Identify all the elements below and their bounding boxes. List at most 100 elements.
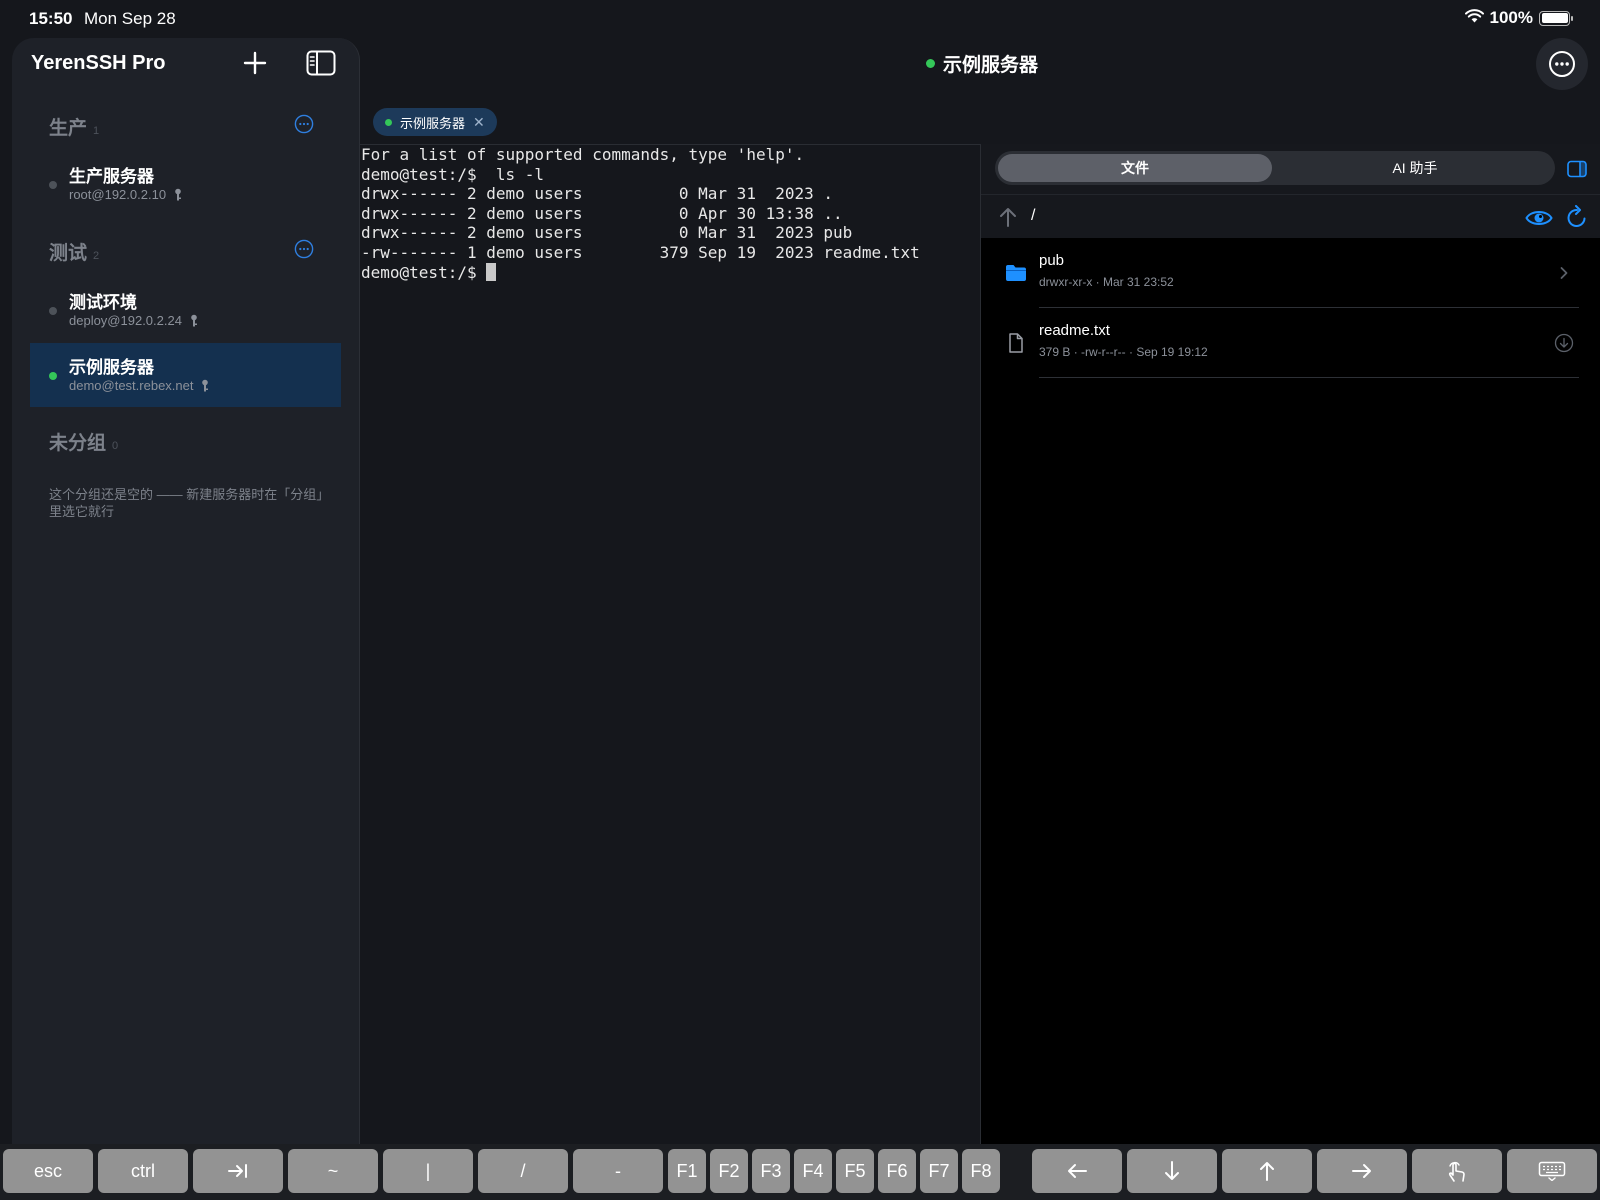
key-f7[interactable]: F7 xyxy=(920,1149,958,1193)
group-name: 测试 xyxy=(49,243,88,264)
key-f2[interactable]: F2 xyxy=(710,1149,748,1193)
server-name: 测试环境 xyxy=(69,293,137,312)
sidebar-toggle-button[interactable] xyxy=(306,50,336,76)
battery-percent: 100% xyxy=(1489,8,1533,27)
key-right[interactable] xyxy=(1317,1149,1407,1193)
app-title: YerenSSH Pro xyxy=(31,52,166,74)
key-f8[interactable]: F8 xyxy=(962,1149,1000,1193)
sidebar-icon xyxy=(306,50,336,76)
terminal-line: demo@test:/$ ls -l xyxy=(361,164,545,184)
session-tab-label: 示例服务器 xyxy=(400,115,466,131)
key-ctrl[interactable]: ctrl xyxy=(98,1149,188,1193)
server-name: 生产服务器 xyxy=(69,167,154,186)
group-menu-button[interactable] xyxy=(294,239,314,259)
key-f5[interactable]: F5 xyxy=(836,1149,874,1193)
connection-status-dot xyxy=(49,181,57,189)
keyboard-accessory-bar: esc ctrl ~ | / - F1 F2 F3 F4 F5 F6 F7 F8 xyxy=(0,1144,1600,1200)
key-f1[interactable]: F1 xyxy=(668,1149,706,1193)
page-title: 示例服务器 xyxy=(943,55,1039,76)
sidebar: YerenSSH Pro 生产 1 生产服务器 root@192.0.2.10 … xyxy=(12,38,360,1200)
eye-icon xyxy=(1525,211,1553,225)
server-address: demo@test.rebex.net xyxy=(69,378,194,393)
path-bar: / xyxy=(981,194,1600,238)
terminal-line: For a list of supported commands, type '… xyxy=(361,145,805,164)
files-panel: 文件 AI 助手 / pub drwxr-xr-x · Mar 31 23:52 xyxy=(980,144,1600,1144)
connection-status-dot xyxy=(385,118,392,126)
key-tilde[interactable]: ~ xyxy=(288,1149,378,1193)
key-icon xyxy=(175,188,182,201)
ellipsis-circle-icon xyxy=(294,239,314,259)
key-f3[interactable]: F3 xyxy=(752,1149,790,1193)
app-window: 15:50 Mon Sep 28 100% YerenSSH Pro 生产 1 xyxy=(0,0,1600,1200)
key-down[interactable] xyxy=(1127,1149,1217,1193)
group-header-ungrouped[interactable]: 未分组 0 xyxy=(49,428,118,455)
terminal-prompt-line: demo@test:/$ xyxy=(361,262,980,283)
key-pipe[interactable]: | xyxy=(383,1149,473,1193)
wifi-icon xyxy=(1464,8,1484,28)
terminal-view[interactable]: For a list of supported commands, type '… xyxy=(360,144,980,1144)
terminal-prompt: demo@test:/$ xyxy=(361,262,487,282)
key-tab[interactable] xyxy=(193,1149,283,1193)
more-options-button[interactable] xyxy=(1536,38,1588,90)
group-name: 未分组 xyxy=(49,433,107,454)
panel-toggle-button[interactable] xyxy=(1567,160,1587,178)
key-esc[interactable]: esc xyxy=(3,1149,93,1193)
empty-group-hint: 这个分组还是空的 —— 新建服务器时在「分组」里选它就行 xyxy=(49,487,323,519)
current-server-title: 示例服务器 xyxy=(926,50,1038,77)
key-up[interactable] xyxy=(1222,1149,1312,1193)
file-row-folder[interactable]: pub drwxr-xr-x · Mar 31 23:52 xyxy=(981,238,1600,308)
group-name: 生产 xyxy=(49,118,88,139)
terminal-line: drwx------ 2 demo users 0 Apr 30 13:38 .… xyxy=(361,203,843,223)
current-path: / xyxy=(1031,207,1036,224)
refresh-button[interactable] xyxy=(1566,205,1588,229)
server-address: root@192.0.2.10 xyxy=(69,187,167,202)
key-touch-mode[interactable] xyxy=(1412,1149,1502,1193)
sidebar-right-icon xyxy=(1567,160,1587,178)
down-arrow-icon xyxy=(1165,1161,1179,1180)
file-meta: drwxr-xr-x · Mar 31 23:52 xyxy=(1039,275,1174,289)
connection-status-dot xyxy=(49,372,57,380)
segmented-control: 文件 AI 助手 xyxy=(995,151,1555,185)
parent-directory-button[interactable] xyxy=(998,206,1018,228)
add-server-button[interactable] xyxy=(240,48,270,78)
panel-tab-bar: 文件 AI 助手 xyxy=(981,144,1600,194)
battery-icon xyxy=(1539,10,1573,26)
battery-fill xyxy=(1541,13,1568,23)
key-left[interactable] xyxy=(1032,1149,1122,1193)
refresh-icon xyxy=(1567,205,1586,227)
ellipsis-circle-icon xyxy=(294,114,314,134)
key-f6[interactable]: F6 xyxy=(878,1149,916,1193)
key-dash[interactable]: - xyxy=(573,1149,663,1193)
key-slash[interactable]: / xyxy=(478,1149,568,1193)
group-header-production[interactable]: 生产 1 xyxy=(49,113,99,140)
file-row-file[interactable]: readme.txt 379 B · -rw-r--r-- · Sep 19 1… xyxy=(981,308,1600,378)
server-item-testing[interactable]: 测试环境 deploy@192.0.2.24 xyxy=(30,278,341,342)
tab-ai-assistant[interactable]: AI 助手 xyxy=(1278,154,1552,182)
touch-icon xyxy=(1448,1161,1465,1182)
server-address-row: root@192.0.2.10 xyxy=(69,187,183,202)
server-item-production[interactable]: 生产服务器 root@192.0.2.10 xyxy=(30,152,341,216)
connection-status-dot xyxy=(49,307,57,315)
right-arrow-icon xyxy=(1352,1164,1371,1178)
download-icon[interactable] xyxy=(1554,333,1574,353)
group-count: 1 xyxy=(93,125,100,137)
server-address-row: demo@test.rebex.net xyxy=(69,378,210,393)
file-meta: 379 B · -rw-r--r-- · Sep 19 19:12 xyxy=(1039,345,1208,359)
tab-files[interactable]: 文件 xyxy=(998,154,1272,182)
server-address: deploy@192.0.2.24 xyxy=(69,313,182,328)
key-hide-keyboard[interactable] xyxy=(1507,1149,1597,1193)
status-date: Mon Sep 28 xyxy=(84,9,176,28)
group-menu-button[interactable] xyxy=(294,114,314,134)
terminal-line: -rw------- 1 demo users 379 Sep 19 2023 … xyxy=(361,242,920,262)
keyboard-icon xyxy=(1538,1161,1566,1181)
key-f4[interactable]: F4 xyxy=(794,1149,832,1193)
close-icon[interactable]: ✕ xyxy=(473,114,485,131)
group-count: 2 xyxy=(93,250,100,262)
session-tab[interactable]: 示例服务器 ✕ xyxy=(373,108,497,136)
show-hidden-files-button[interactable] xyxy=(1525,208,1553,228)
group-header-testing[interactable]: 测试 2 xyxy=(49,238,99,265)
status-bar: 15:50 Mon Sep 28 100% xyxy=(0,0,1600,38)
status-indicators: 100% xyxy=(1464,8,1573,28)
server-item-demo[interactable]: 示例服务器 demo@test.rebex.net xyxy=(30,343,341,407)
ellipsis-circle-icon xyxy=(1549,51,1575,77)
